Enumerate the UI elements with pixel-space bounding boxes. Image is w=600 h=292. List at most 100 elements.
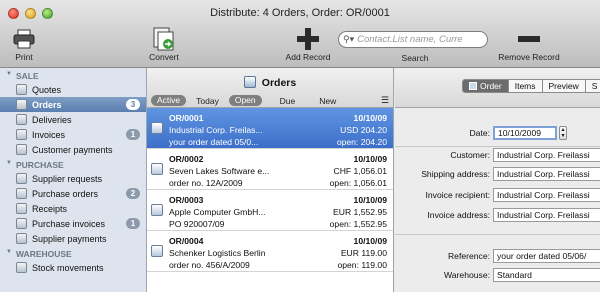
sidebar-section-warehouse[interactable]: WAREHOUSE bbox=[0, 246, 146, 260]
order-date: 10/10/09 bbox=[353, 195, 387, 205]
warehouse-field[interactable]: Standard bbox=[493, 268, 600, 282]
filter-open[interactable]: Open bbox=[228, 95, 262, 106]
list-title: Orders bbox=[147, 76, 393, 89]
filter-active[interactable]: Active bbox=[151, 95, 187, 106]
search-placeholder: Contact.List name, Curre bbox=[357, 34, 463, 45]
order-customer: Seven Lakes Software e... bbox=[169, 166, 270, 176]
count-badge: 3 bbox=[126, 99, 140, 110]
tab-order[interactable]: Order bbox=[463, 80, 509, 92]
search-label: Search bbox=[401, 53, 429, 63]
add-record-label: Add Record bbox=[285, 52, 331, 62]
order-customer: Schenker Logistics Berlin bbox=[169, 248, 266, 258]
invoice-address-row: Invoice address: Industrial Corp. Freila… bbox=[395, 208, 600, 222]
add-record-button[interactable]: Add Record bbox=[282, 26, 334, 62]
customer-field[interactable]: Industrial Corp. Freilassi bbox=[493, 148, 600, 162]
sidebar-section-sale[interactable]: SALE bbox=[0, 68, 146, 82]
date-stepper[interactable]: ▴ ▾ bbox=[559, 126, 567, 140]
detail-pane: Order Items Preview S Date: 10/10/2009 ▴… bbox=[395, 68, 600, 292]
table-row[interactable]: OR/0002 10/10/09 Seven Lakes Software e..… bbox=[147, 149, 393, 190]
sidebar-item-orders[interactable]: Orders 3 bbox=[0, 97, 146, 112]
date-field-row: Date: 10/10/2009 ▴ ▾ bbox=[395, 126, 567, 140]
filter-today[interactable]: Today bbox=[196, 96, 219, 106]
sidebar-item-label: Supplier requests bbox=[32, 173, 103, 184]
orders-icon bbox=[243, 76, 256, 88]
supplier-payments-icon bbox=[16, 233, 27, 244]
sidebar-item-label: Purchase orders bbox=[32, 188, 99, 199]
table-row[interactable]: OR/0004 10/10/09 Schenker Logistics Berli… bbox=[147, 231, 393, 272]
tab-preview[interactable]: Preview bbox=[543, 80, 586, 92]
order-id: OR/0003 bbox=[169, 195, 204, 205]
sidebar-section-purchase[interactable]: PURCHASE bbox=[0, 157, 146, 171]
convert-label: Convert bbox=[149, 52, 179, 62]
order-id: OR/0002 bbox=[169, 154, 204, 164]
count-badge: 1 bbox=[126, 129, 140, 140]
order-icon bbox=[151, 122, 163, 134]
sidebar-item-label: Stock movements bbox=[32, 262, 104, 273]
sidebar-item-purchase-orders[interactable]: Purchase orders 2 bbox=[0, 186, 146, 201]
sidebar-item-supplier-requests[interactable]: Supplier requests bbox=[0, 171, 146, 186]
count-badge: 1 bbox=[126, 218, 140, 229]
filter-due[interactable]: Due bbox=[280, 96, 296, 106]
tab-items[interactable]: Items bbox=[509, 80, 543, 92]
deliveries-icon bbox=[16, 114, 27, 125]
sidebar-item-label: Customer payments bbox=[32, 144, 113, 155]
invoice-recipient-row: Invoice recipient: Industrial Corp. Frei… bbox=[395, 188, 600, 202]
invoice-address-field[interactable]: Industrial Corp. Freilassi bbox=[493, 208, 600, 222]
date-label: Date: bbox=[469, 128, 490, 138]
payments-icon bbox=[16, 144, 27, 155]
sidebar-item-label: Orders bbox=[32, 99, 62, 110]
sidebar-item-stock-movements[interactable]: Stock movements bbox=[0, 260, 146, 275]
sidebar-item-quotes[interactable]: Quotes bbox=[0, 82, 146, 97]
customer-label: Customer: bbox=[450, 150, 490, 160]
window-title: Distribute: 4 Orders, Order: OR/0001 bbox=[210, 7, 390, 19]
convert-button[interactable]: Convert bbox=[142, 26, 186, 62]
sidebar-item-customer-payments[interactable]: Customer payments bbox=[0, 142, 146, 157]
order-icon bbox=[151, 245, 163, 257]
order-reference: PO 920007/09 bbox=[169, 219, 225, 229]
search-input[interactable]: ⚲▾ Contact.List name, Curre bbox=[338, 31, 488, 48]
filter-new[interactable]: New bbox=[319, 96, 336, 106]
toolbar: Distribute: 4 Orders, Order: OR/0001 Pri… bbox=[0, 0, 600, 68]
sidebar-item-label: Deliveries bbox=[32, 114, 72, 125]
table-row[interactable]: OR/0001 10/10/09 Industrial Corp. Freilas… bbox=[147, 108, 393, 149]
print-button[interactable]: Print bbox=[8, 26, 40, 62]
order-reference: your order dated 05/0... bbox=[169, 137, 259, 147]
sidebar-item-label: Receipts bbox=[32, 203, 68, 214]
order-reference: order no. 12A/2009 bbox=[169, 178, 243, 188]
plus-icon bbox=[282, 26, 334, 52]
customer-row: Customer: Industrial Corp. Freilassi bbox=[395, 148, 600, 162]
order-tab-icon bbox=[469, 82, 477, 90]
order-date: 10/10/09 bbox=[353, 236, 387, 246]
reference-field[interactable]: your order dated 05/06/ bbox=[493, 249, 600, 263]
sidebar-item-receipts[interactable]: Receipts bbox=[0, 201, 146, 216]
order-open: open: 119.00 bbox=[337, 260, 387, 270]
invoice-recipient-field[interactable]: Industrial Corp. Freilassi bbox=[493, 188, 600, 202]
order-customer: Industrial Corp. Freilas... bbox=[169, 125, 263, 135]
sidebar-item-supplier-payments[interactable]: Supplier payments bbox=[0, 231, 146, 246]
table-row[interactable]: OR/0003 10/10/09 Apple Computer GmbH... EU… bbox=[147, 190, 393, 231]
sidebar-item-invoices[interactable]: Invoices 1 bbox=[0, 127, 146, 142]
sidebar-item-deliveries[interactable]: Deliveries bbox=[0, 112, 146, 127]
list-menu-icon[interactable]: ☰ bbox=[381, 95, 389, 106]
tab-more[interactable]: S bbox=[586, 80, 600, 92]
order-icon bbox=[151, 204, 163, 216]
list-header: Orders Active Today Open Due New ☰ bbox=[147, 68, 393, 108]
quotes-icon bbox=[16, 84, 27, 95]
order-open: open: 1,552.95 bbox=[329, 219, 387, 229]
order-date: 10/10/09 bbox=[353, 113, 387, 123]
order-id: OR/0004 bbox=[169, 236, 204, 246]
sidebar-item-purchase-invoices[interactable]: Purchase invoices 1 bbox=[0, 216, 146, 231]
requests-icon bbox=[16, 173, 27, 184]
remove-record-button[interactable]: Remove Record bbox=[494, 26, 564, 62]
order-amount: CHF 1,056.01 bbox=[333, 166, 387, 176]
print-label: Print bbox=[15, 52, 33, 62]
date-field[interactable]: 10/10/2009 bbox=[493, 126, 557, 140]
warehouse-label: Warehouse: bbox=[443, 270, 490, 280]
orders-icon bbox=[16, 99, 27, 110]
warehouse-row: Warehouse: Standard bbox=[395, 268, 600, 282]
printer-icon bbox=[8, 26, 40, 52]
shipping-address-field[interactable]: Industrial Corp. Freilassi bbox=[493, 167, 600, 181]
divider bbox=[395, 146, 600, 147]
order-reference: order no. 456/A/2009 bbox=[169, 260, 250, 270]
reference-row: Reference: your order dated 05/06/ bbox=[395, 249, 600, 263]
